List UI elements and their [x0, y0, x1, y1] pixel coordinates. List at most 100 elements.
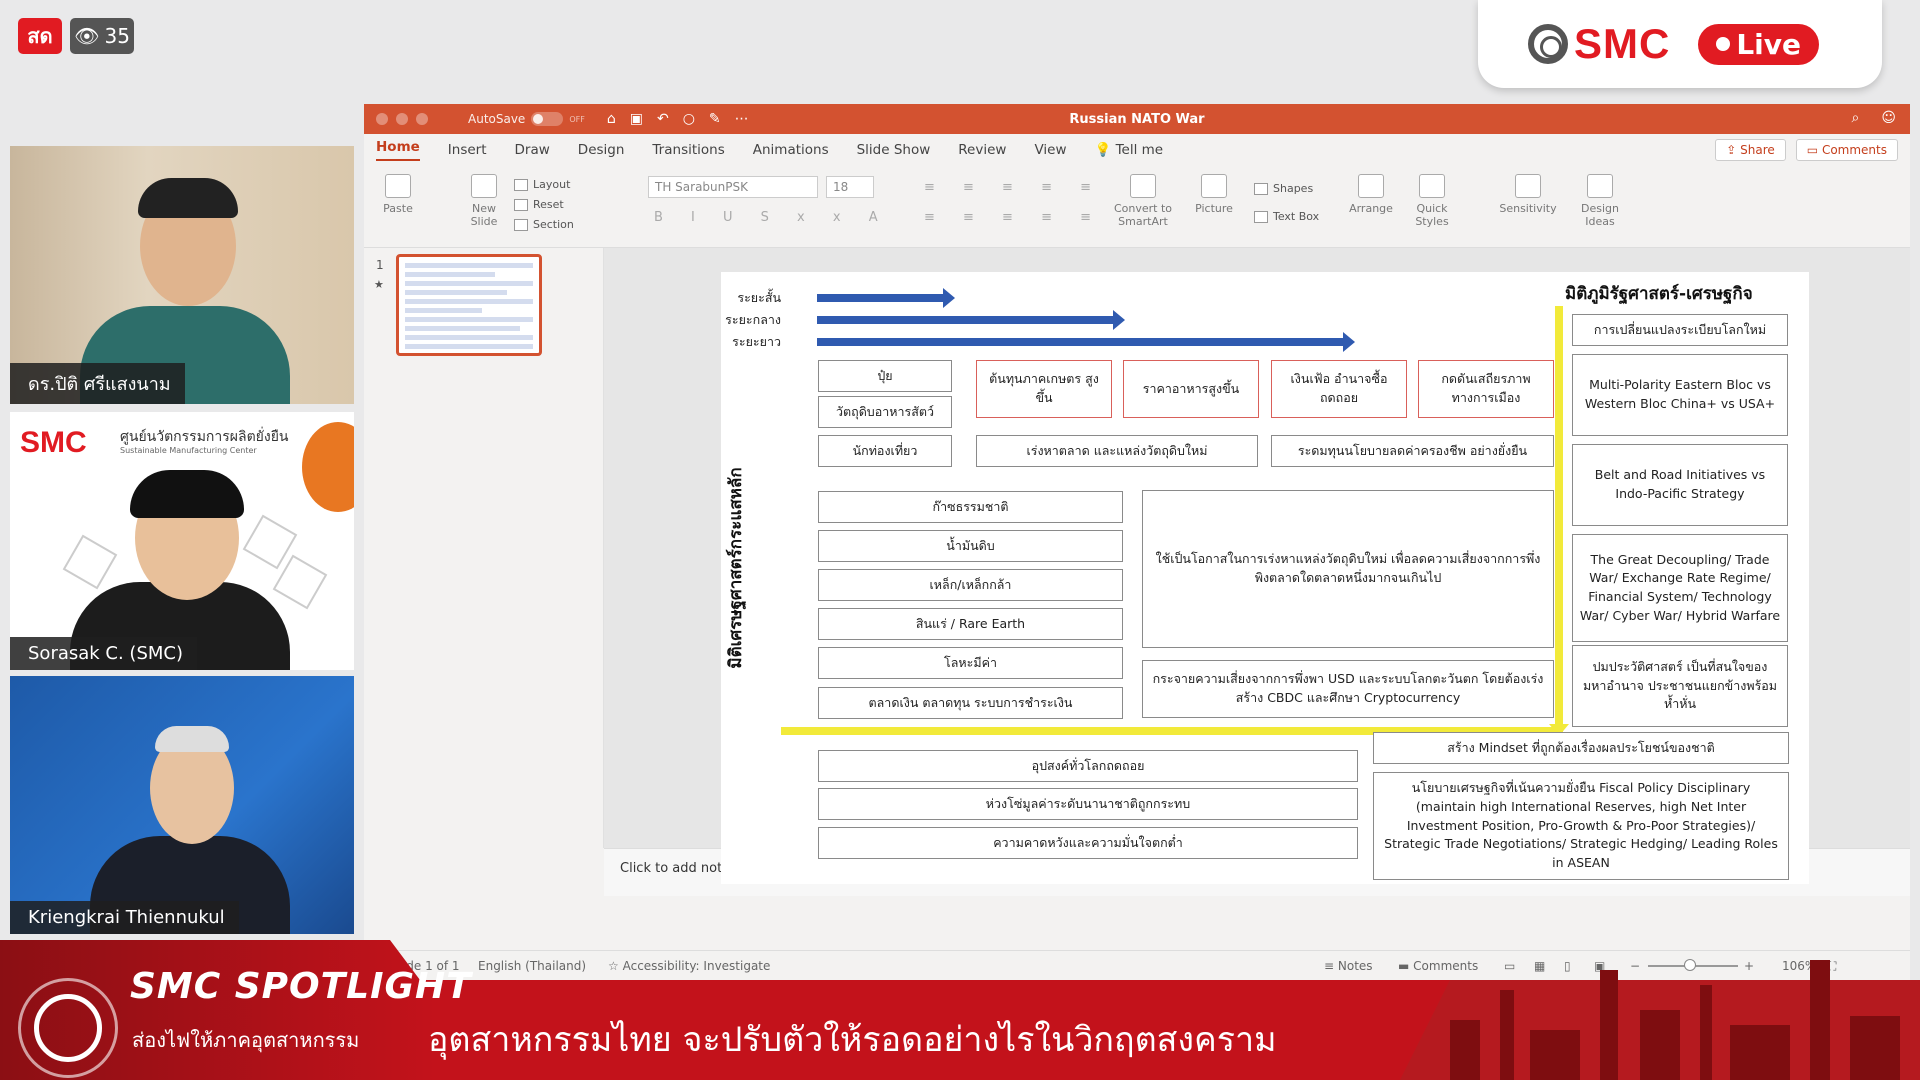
arrange-icon [1358, 174, 1384, 198]
shapes-button[interactable]: Shapes [1254, 182, 1313, 195]
customize-icon[interactable]: ✎ [709, 111, 721, 127]
home-icon[interactable]: ⌂ [607, 111, 616, 127]
undo-icon[interactable]: ↶ [657, 111, 669, 127]
tab-tell-me[interactable]: 💡 Tell me [1095, 142, 1164, 158]
layout-icon [514, 178, 528, 191]
banner-headline: อุตสาหกรรมไทย จะปรับตัวให้รอดอย่างไรในวิ… [428, 1020, 1277, 1060]
box-political-stability: กดดันเสถียรภาพ ทางการเมือง [1418, 360, 1554, 418]
quick-styles-icon [1419, 174, 1445, 198]
font-family-select[interactable]: TH SarabunPSK [648, 176, 818, 198]
video-tile-3[interactable]: Kriengkrai Thiennukul [10, 676, 354, 934]
box-bottom: ห่วงโซ่มูลค่าระดับนานาชาติถูกกระทบ [818, 788, 1358, 820]
bg-orange-disc [302, 422, 354, 512]
tab-slide-show[interactable]: Slide Show [857, 142, 931, 158]
arrow-medium-term [817, 310, 1125, 330]
autosave-switch[interactable] [531, 112, 564, 126]
participant-name: ดร.ปิติ ศรีแสงนาม [10, 363, 185, 404]
section-icon [514, 218, 528, 231]
autosave-toggle[interactable]: AutoSave OFF [468, 112, 585, 126]
bg-smc-logo: SMC [20, 426, 87, 459]
tab-insert[interactable]: Insert [448, 142, 487, 158]
sensitivity-button[interactable]: Sensitivity [1498, 174, 1558, 215]
tab-design[interactable]: Design [578, 142, 625, 158]
alignment-buttons[interactable]: ≡ ≡ ≡ ≡ ≡ [924, 210, 1103, 225]
lightbulb-icon: 💡 [1094, 142, 1112, 158]
text-box-icon [1254, 210, 1268, 223]
video-tile-2[interactable]: SMC ศูนย์นวัตกรรมการผลิตยั่งยืน Sustaina… [10, 412, 354, 670]
live-pill-label: Live [1736, 27, 1802, 61]
design-ideas-icon [1587, 174, 1613, 198]
video-tile-1[interactable]: ดร.ปิติ ศรีแสงนาม [10, 146, 354, 404]
paste-button[interactable]: Paste [378, 174, 418, 215]
tab-transitions[interactable]: Transitions [652, 142, 724, 158]
spotlight-inner-ring-icon [34, 994, 102, 1062]
box-new-markets: เร่งหาตลาด และแหล่งวัตถุดิบใหม่ [976, 435, 1258, 467]
slide-thumbnail-pane: 1 ★ [364, 248, 604, 848]
font-size-select[interactable]: 18 [826, 176, 874, 198]
reset-button[interactable]: Reset [514, 198, 564, 211]
tab-animations[interactable]: Animations [753, 142, 829, 158]
quick-styles-button[interactable]: Quick Styles [1410, 174, 1454, 228]
redo-icon[interactable]: ○ [683, 111, 695, 127]
sensitivity-label: Sensitivity [1499, 202, 1557, 215]
participant-name: Kriengkrai Thiennukul [10, 901, 239, 934]
smartart-icon [1130, 174, 1156, 198]
slide-content[interactable]: ระยะสั้น ระยะกลาง ระยะยาว มิติภูมิรัฐศาส… [721, 272, 1809, 884]
comments-label: Comments [1821, 143, 1887, 157]
box-opportunity: ใช้เป็นโอกาสในการเร่งหาแหล่งวัตถุดิบใหม่… [1142, 490, 1554, 648]
picture-label: Picture [1195, 202, 1233, 215]
maximize-window-icon[interactable] [416, 113, 428, 125]
paragraph-buttons[interactable]: ≡ ≡ ≡ ≡ ≡ [924, 180, 1103, 195]
share-button[interactable]: ⇪ Share [1715, 139, 1786, 161]
box-food-price: ราคาอาหารสูงขึ้น [1123, 360, 1259, 418]
picture-button[interactable]: Picture [1192, 174, 1236, 215]
geo-box: การเปลี่ยนแปลงระเบียบโลกใหม่ [1572, 314, 1788, 346]
shapes-label: Shapes [1273, 182, 1314, 195]
reset-icon [514, 198, 528, 211]
design-ideas-button[interactable]: Design Ideas [1578, 174, 1622, 228]
box-commodity: เหล็ก/เหล็กกล้า [818, 569, 1123, 601]
close-window-icon[interactable] [376, 113, 388, 125]
animation-star-icon: ★ [374, 278, 384, 291]
term-long: ระยะยาว [732, 334, 781, 349]
tab-home[interactable]: Home [376, 139, 420, 161]
smc-logo-text: SMC [1574, 20, 1671, 67]
new-slide-button[interactable]: New Slide [464, 174, 504, 228]
slide-thumbnail[interactable] [396, 254, 542, 356]
text-box-button[interactable]: Text Box [1254, 210, 1319, 223]
format-buttons[interactable]: B I U S x x A [654, 210, 890, 225]
mainstream-economics-title: มิติเศรษฐศาสตร์กระแสหลัก [726, 467, 746, 669]
document-title: Russian NATO War [1069, 111, 1205, 127]
convert-smartart-label: Convert to SmartArt [1113, 202, 1173, 228]
comments-button[interactable]: ▭ Comments [1795, 139, 1898, 161]
account-icon[interactable]: ☺ [1881, 110, 1896, 126]
geo-box: ปมประวัติศาสตร์ เป็นที่สนใจของมหาอำนาจ ป… [1572, 645, 1788, 727]
more-icon[interactable]: ⋯ [735, 111, 749, 127]
slide-number: 1 [376, 258, 384, 272]
bottom-banner: SMC SPOTLIGHT ส่องไฟให้ภาคอุตสาหกรรม อุต… [0, 940, 1920, 1080]
layout-label: Layout [533, 178, 571, 191]
section-button[interactable]: Section [514, 218, 574, 231]
section-label: Section [533, 218, 574, 231]
share-label: Share [1740, 143, 1775, 157]
shapes-icon [1254, 182, 1268, 195]
geo-box: Belt and Road Initiatives vs Indo-Pacifi… [1572, 444, 1788, 526]
arrow-short-term [817, 288, 955, 308]
layout-button[interactable]: Layout [514, 178, 570, 191]
text-box-label: Text Box [1273, 210, 1320, 223]
tab-view[interactable]: View [1034, 142, 1066, 158]
search-icon[interactable]: ⌕ [1852, 110, 1860, 126]
convert-smartart-button[interactable]: Convert to SmartArt [1110, 174, 1176, 228]
geo-box: The Great Decoupling/ Trade War/ Exchang… [1572, 534, 1788, 642]
tab-review[interactable]: Review [958, 142, 1006, 158]
minimize-window-icon[interactable] [396, 113, 408, 125]
arrange-button[interactable]: Arrange [1348, 174, 1394, 215]
quick-access-toolbar: ⌂ ▣ ↶ ○ ✎ ⋯ [607, 111, 749, 127]
box-agri-cost: ต้นทุนภาคเกษตร สูงขึ้น [976, 360, 1112, 418]
brand-box: SMC Live [1478, 0, 1882, 88]
save-icon[interactable]: ▣ [630, 111, 643, 127]
tab-draw[interactable]: Draw [515, 142, 550, 158]
window-controls[interactable] [376, 113, 428, 125]
arrange-label: Arrange [1349, 202, 1393, 215]
box-commodity: น้ำมันดิบ [818, 530, 1123, 562]
